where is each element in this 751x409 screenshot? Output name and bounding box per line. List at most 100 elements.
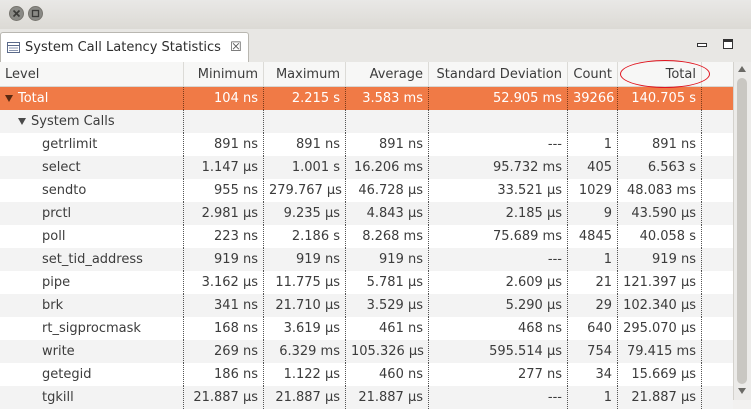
cell-standard-deviation: 2.609 µs [429, 271, 568, 294]
window-close-button[interactable] [9, 6, 24, 21]
cell-total: 79.415 ms [618, 340, 702, 363]
row-label: select [42, 160, 81, 175]
column-header-average[interactable]: Average [346, 62, 429, 86]
scroll-up-icon[interactable] [738, 66, 746, 72]
scroll-down-icon[interactable] [738, 388, 746, 394]
column-header-minimum[interactable]: Minimum [184, 62, 264, 86]
cell-average: 891 ns [346, 133, 429, 156]
cell-level: Total [0, 87, 184, 110]
cell-standard-deviation: 33.521 µs [429, 179, 568, 202]
cell-minimum: 186 ns [184, 363, 264, 386]
cell-count: 39266 [568, 87, 618, 110]
cell-average: 21.887 µs [346, 386, 429, 409]
table-row[interactable]: getrlimit 891 ns 891 ns 891 ns --- 1 891 ns [0, 133, 733, 156]
table-row-selected[interactable]: Total 104 ns 2.215 s 3.583 ms 52.905 ms 39266… [0, 87, 733, 110]
tab-close-icon[interactable]: ☒ [230, 41, 242, 54]
table-row[interactable]: poll 223 ns 2.186 s 8.268 ms 75.689 ms 4845 40… [0, 225, 733, 248]
scrollbar-thumb[interactable] [737, 78, 747, 384]
table-row[interactable]: prctl 2.981 µs 9.235 µs 4.843 µs 2.185 µs 9 43… [0, 202, 733, 225]
expand-arrow-icon[interactable] [5, 95, 13, 102]
cell-total: 140.705 s [618, 87, 702, 110]
cell-average: 919 ns [346, 248, 429, 271]
table-row[interactable]: tgkill 21.887 µs 21.887 µs 21.887 µs --- 1 21.… [0, 386, 733, 409]
table-row[interactable]: pipe 3.162 µs 11.775 µs 5.781 µs 2.609 µs 21 1… [0, 271, 733, 294]
table-row[interactable]: System Calls [0, 110, 733, 133]
cell-level: set_tid_address [0, 248, 184, 271]
maximize-view-icon[interactable] [722, 38, 734, 50]
cell-total: 295.070 µs [618, 317, 702, 340]
cell-total: 48.083 ms [618, 179, 702, 202]
cell-average: 8.268 ms [346, 225, 429, 248]
cell-maximum: 279.767 µs [264, 179, 346, 202]
row-label: tgkill [42, 390, 74, 405]
cell-average: 461 ns [346, 317, 429, 340]
close-icon [12, 9, 21, 18]
cell-maximum: 21.887 µs [264, 386, 346, 409]
table-row[interactable]: write 269 ns 6.329 ms 105.326 µs 595.514 µs 7… [0, 340, 733, 363]
window-maximize-button[interactable] [28, 6, 43, 21]
cell-count: 4845 [568, 225, 618, 248]
cell-minimum: 3.162 µs [184, 271, 264, 294]
table-row[interactable]: sendto 955 ns 279.767 µs 46.728 µs 33.521 µs… [0, 179, 733, 202]
cell-count: 1 [568, 386, 618, 409]
row-label: rt_sigprocmask [42, 321, 141, 336]
row-label: Total [18, 91, 49, 106]
cell-total [618, 110, 702, 133]
cell-average: 16.206 ms [346, 156, 429, 179]
tab-system-call-latency-statistics[interactable]: System Call Latency Statistics ☒ [0, 32, 249, 62]
column-header-total[interactable]: Total [618, 62, 702, 86]
statistics-table: Level Minimum Maximum Average Standard D… [0, 62, 751, 409]
cell-minimum [184, 110, 264, 133]
row-label: set_tid_address [42, 252, 143, 267]
vertical-scrollbar[interactable] [733, 62, 751, 400]
cell-standard-deviation: --- [429, 386, 568, 409]
cell-minimum: 21.887 µs [184, 386, 264, 409]
row-label: sendto [42, 183, 87, 198]
cell-total: 919 ns [618, 248, 702, 271]
cell-maximum [264, 110, 346, 133]
row-label: getrlimit [42, 137, 98, 152]
row-label: write [42, 344, 75, 359]
row-label: System Calls [31, 114, 115, 129]
cell-total: 6.563 s [618, 156, 702, 179]
window-titlebar [0, 0, 751, 30]
row-label: prctl [42, 206, 72, 221]
expand-arrow-icon[interactable] [18, 118, 26, 125]
cell-count: 640 [568, 317, 618, 340]
cell-maximum: 11.775 µs [264, 271, 346, 294]
minimize-view-icon[interactable] [696, 39, 708, 51]
table-row[interactable]: getegid 186 ns 1.122 µs 460 ns 277 ns 34 15.66… [0, 363, 733, 386]
table-row[interactable]: brk 341 ns 21.710 µs 3.529 µs 5.290 µs 29 102.… [0, 294, 733, 317]
cell-minimum: 891 ns [184, 133, 264, 156]
cell-minimum: 341 ns [184, 294, 264, 317]
cell-maximum: 2.186 s [264, 225, 346, 248]
cell-level: getegid [0, 363, 184, 386]
cell-level: sendto [0, 179, 184, 202]
cell-maximum: 1.001 s [264, 156, 346, 179]
cell-level: poll [0, 225, 184, 248]
table-body: Total 104 ns 2.215 s 3.583 ms 52.905 ms 39266… [0, 87, 733, 409]
cell-level: pipe [0, 271, 184, 294]
column-header-count[interactable]: Count [568, 62, 618, 86]
column-header-standard-deviation[interactable]: Standard Deviation [429, 62, 568, 86]
column-header-level[interactable]: Level [0, 62, 184, 86]
cell-count: 29 [568, 294, 618, 317]
row-label: getegid [42, 367, 92, 382]
view-tab-strip: System Call Latency Statistics ☒ [0, 29, 751, 63]
cell-level: prctl [0, 202, 184, 225]
cell-level: select [0, 156, 184, 179]
row-label: pipe [42, 275, 71, 290]
cell-maximum: 3.619 µs [264, 317, 346, 340]
cell-standard-deviation: 2.185 µs [429, 202, 568, 225]
cell-maximum: 1.122 µs [264, 363, 346, 386]
cell-standard-deviation: 95.732 ms [429, 156, 568, 179]
table-row[interactable]: select 1.147 µs 1.001 s 16.206 ms 95.732 ms 4… [0, 156, 733, 179]
column-header-maximum[interactable]: Maximum [264, 62, 346, 86]
cell-level: brk [0, 294, 184, 317]
table-row[interactable]: set_tid_address 919 ns 919 ns 919 ns --- 1 919… [0, 248, 733, 271]
cell-standard-deviation: 52.905 ms [429, 87, 568, 110]
maximize-icon [31, 9, 40, 18]
table-row[interactable]: rt_sigprocmask 168 ns 3.619 µs 461 ns 468 ns… [0, 317, 733, 340]
cell-maximum: 919 ns [264, 248, 346, 271]
cell-maximum: 2.215 s [264, 87, 346, 110]
